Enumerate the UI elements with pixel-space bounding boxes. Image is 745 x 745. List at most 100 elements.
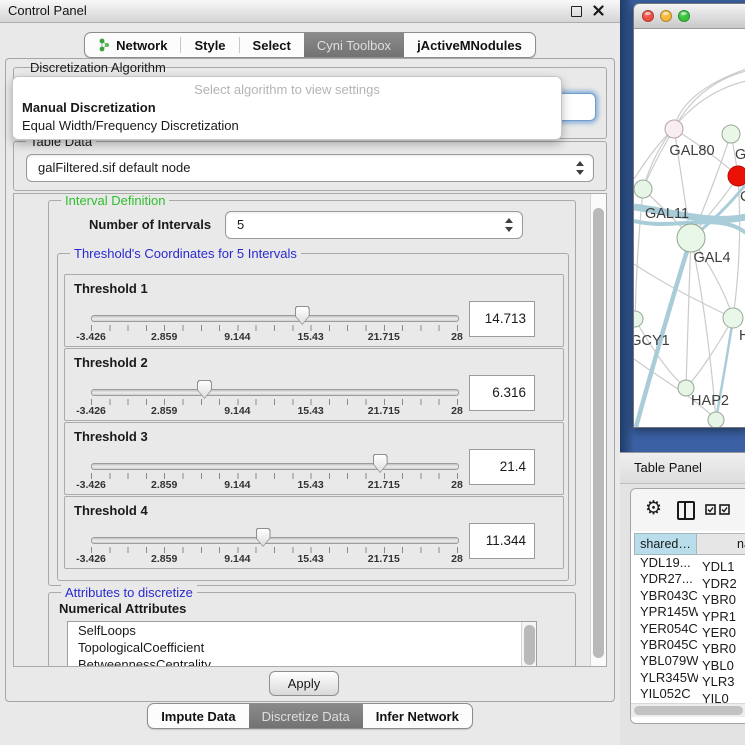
threshold-3-slider[interactable] <box>91 463 459 470</box>
group-title: Interval Definition <box>61 193 169 208</box>
select-columns-checkbox-icon[interactable] <box>705 504 716 515</box>
settings-gear-icon[interactable]: ⚙ <box>645 498 662 520</box>
threshold-2-value-field[interactable]: 6.316 <box>469 375 535 411</box>
select-columns-checkbox-icon[interactable] <box>719 504 730 515</box>
network-node[interactable] <box>728 166 745 186</box>
network-edge[interactable] <box>674 69 745 129</box>
slider-thumb[interactable] <box>197 380 212 399</box>
slider-thumb[interactable] <box>373 454 388 473</box>
tick-label: -3.426 <box>76 479 106 491</box>
table-data-combobox[interactable]: galFiltered.sif default node <box>26 154 594 182</box>
table-body: YDL19...YDL1 YDR27...YDR2 YBR043CYBR0 YP… <box>634 555 745 703</box>
control-panel: Control Panel Network Style Select Cyni … <box>0 0 620 745</box>
tick-label: 9.144 <box>224 479 250 491</box>
network-canvas[interactable]: GAL80GACGAL11GAL4GCY1HAHAP2 <box>634 29 745 427</box>
network-node[interactable] <box>665 120 683 138</box>
tick-label: 21.715 <box>368 479 400 491</box>
scrollbar-thumb[interactable] <box>634 706 743 715</box>
tab-select[interactable]: Select <box>240 33 304 57</box>
column-header-shared-name[interactable]: shared… <box>634 533 697 555</box>
node-label: GCY1 <box>634 333 670 349</box>
table-row[interactable]: YBL079WYBL0 <box>634 653 745 669</box>
network-window-titlebar <box>634 4 745 29</box>
tab-network[interactable]: Network <box>85 33 180 57</box>
tick-label: 2.859 <box>151 553 177 565</box>
tick-label: 21.715 <box>368 331 400 343</box>
network-node[interactable] <box>708 412 724 427</box>
column-header-name[interactable]: na <box>697 533 745 555</box>
tab-infer-network[interactable]: Infer Network <box>363 704 472 728</box>
table-row[interactable]: YDL19...YDL1 <box>634 555 745 571</box>
slider-thumb[interactable] <box>256 528 271 547</box>
popup-item-manual-discretization[interactable]: Manual Discretization <box>22 100 156 115</box>
threshold-1-slider[interactable] <box>91 315 459 322</box>
top-tab-bar: Network Style Select Cyni Toolbox jActiv… <box>0 32 620 58</box>
threshold-4-slider[interactable] <box>91 537 459 544</box>
threshold-1-panel: Threshold 1 -3.4262.8599.14415.4321.7152… <box>64 274 564 347</box>
tab-style[interactable]: Style <box>181 33 238 57</box>
split-pane-icon[interactable] <box>677 501 695 520</box>
table-row[interactable]: YBR045CYBR0 <box>634 637 745 653</box>
threshold-4-panel: Threshold 4 -3.4262.8599.14415.4321.7152… <box>64 496 564 569</box>
threshold-3-value-field[interactable]: 21.4 <box>469 449 535 485</box>
network-edge[interactable] <box>634 264 733 318</box>
number-of-intervals-label: Number of Intervals <box>89 217 211 232</box>
attributes-group: Attributes to discretize Numerical Attri… <box>48 592 576 667</box>
tab-impute-data[interactable]: Impute Data <box>148 704 248 728</box>
tab-cyni-toolbox[interactable]: Cyni Toolbox <box>304 33 404 57</box>
tick-label: 21.715 <box>368 405 400 417</box>
zoom-button-icon[interactable] <box>678 10 690 22</box>
table-row[interactable]: YER054CYER0 <box>634 621 745 637</box>
close-button-icon[interactable] <box>642 10 654 22</box>
apply-button[interactable]: Apply <box>269 671 339 696</box>
tick-label: 15.43 <box>297 331 323 343</box>
scrollbar-thumb[interactable] <box>524 625 535 665</box>
attribute-list-item[interactable]: TopologicalCoefficient <box>68 639 536 656</box>
table-row[interactable]: YDR27...YDR2 <box>634 571 745 587</box>
threshold-2-slider[interactable] <box>91 389 459 396</box>
slider-thumb[interactable] <box>295 306 310 325</box>
combobox-arrows-icon <box>575 160 584 176</box>
tab-discretize-data[interactable]: Discretize Data <box>249 704 363 728</box>
group-title: Discretization Algorithm <box>26 60 170 75</box>
network-edge[interactable] <box>686 238 691 388</box>
network-node[interactable] <box>722 125 740 143</box>
table-data-group: Table Data galFiltered.sif default node <box>13 141 607 191</box>
network-node[interactable] <box>677 224 705 252</box>
thresholds-group: Threshold's Coordinates for 5 Intervals … <box>57 253 569 581</box>
number-of-intervals-combobox[interactable]: 5 <box>225 211 523 239</box>
table-row[interactable]: YIL052CYIL0 <box>634 686 745 702</box>
popup-item-equal-width-frequency[interactable]: Equal Width/Frequency Discretization <box>22 118 239 133</box>
panel-title: Control Panel <box>8 0 87 22</box>
attribute-list-item[interactable]: SelfLoops <box>68 622 536 639</box>
node-label: C <box>740 189 745 205</box>
tick-label: 28 <box>451 553 463 565</box>
threshold-4-value-field[interactable]: 11.344 <box>469 523 535 559</box>
network-node[interactable] <box>634 311 643 327</box>
node-label: HAP2 <box>691 393 729 409</box>
list-scrollbar[interactable] <box>521 622 536 667</box>
node-label: HA <box>739 328 745 344</box>
threshold-1-value-field[interactable]: 14.713 <box>469 301 535 337</box>
minimize-button-icon[interactable] <box>660 10 672 22</box>
table-row[interactable]: YBR043CYBR0 <box>634 588 745 604</box>
float-window-icon[interactable] <box>571 6 582 17</box>
tab-jactivemnodules[interactable]: jActiveMNodules <box>404 33 535 57</box>
tick-label: 28 <box>451 405 463 417</box>
network-edge[interactable] <box>674 71 745 129</box>
network-edge[interactable] <box>634 129 674 179</box>
group-title: Attributes to discretize <box>61 585 197 600</box>
tick-label: 15.43 <box>297 553 323 565</box>
table-panel: ⚙ shared… na YDL19...YDL1 YDR27...YDR2 Y… <box>630 488 745 724</box>
attribute-list-item[interactable]: BetweennessCentrality <box>68 656 536 667</box>
table-row[interactable]: YLR345WYLR3 <box>634 670 745 686</box>
settings-scrollbar[interactable] <box>590 194 606 666</box>
tick-label: 21.715 <box>368 553 400 565</box>
network-node[interactable] <box>723 308 743 328</box>
close-icon[interactable] <box>593 5 604 16</box>
table-horizontal-scrollbar[interactable] <box>631 703 745 717</box>
network-node[interactable] <box>634 180 652 198</box>
tick-label: 15.43 <box>297 479 323 491</box>
scrollbar-thumb[interactable] <box>593 208 604 658</box>
table-row[interactable]: YPR145WYPR1 <box>634 604 745 620</box>
